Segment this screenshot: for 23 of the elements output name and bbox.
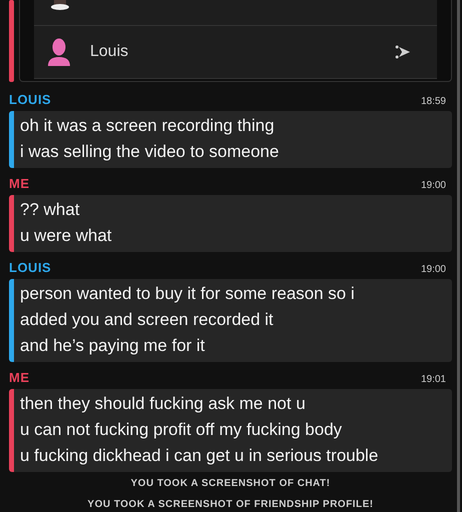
message-text: person wanted to buy it for some reason so i xyxy=(20,283,356,305)
message-text: then they should fucking ask me not u xyxy=(20,393,306,415)
message-time: 18:59 xyxy=(420,96,446,107)
send-icon[interactable] xyxy=(395,44,411,60)
message-text: ?? what xyxy=(20,199,81,221)
message-text: oh it was a screen recording thing xyxy=(20,115,276,137)
contact-name: Louis xyxy=(90,43,130,61)
message-time: 19:01 xyxy=(420,374,446,385)
sender-name: LOUIS xyxy=(9,92,52,107)
sender-name: ME xyxy=(9,176,30,191)
message-time: 19:00 xyxy=(420,180,446,191)
message-text: u fucking dickhead i can get u in serious trouble xyxy=(20,445,380,467)
message-time: 19:00 xyxy=(420,264,446,275)
screenshot-notice: YOU TOOK A SCREENSHOT OF FRIENDSHIP PROFILE! xyxy=(88,499,374,510)
screenshot-notice: YOU TOOK A SCREENSHOT OF CHAT! xyxy=(130,478,330,489)
person-avatar-icon xyxy=(48,38,70,66)
message-text: added you and screen recorded it xyxy=(20,309,274,331)
message-text: i was selling the video to someone xyxy=(20,141,280,163)
sender-name: ME xyxy=(9,370,30,385)
sender-name: LOUIS xyxy=(9,260,52,275)
message-text: u can not fucking profit off my fucking body xyxy=(20,419,343,441)
message-text: u were what xyxy=(20,225,113,247)
message-text: and he’s paying me for it xyxy=(20,335,206,357)
